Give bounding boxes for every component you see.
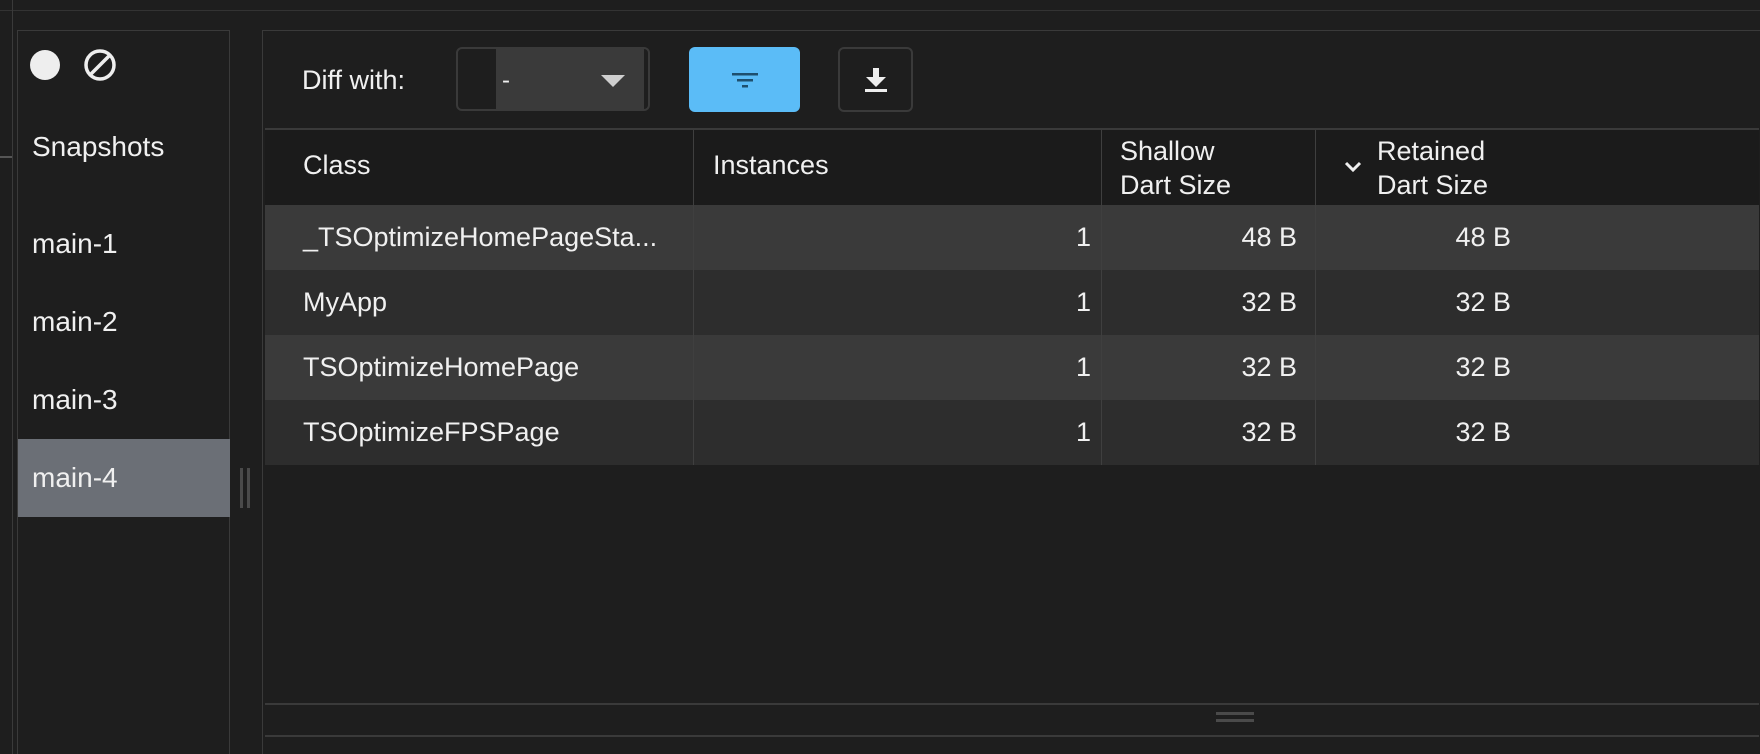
column-label-line2: Dart Size — [1377, 170, 1489, 200]
snapshots-title: Snapshots — [32, 131, 165, 162]
clear-icon[interactable] — [82, 47, 118, 83]
download-button[interactable] — [838, 47, 913, 112]
table-row[interactable]: TSOptimizeFPSPage 1 32 B 32 B — [265, 400, 1759, 465]
shallow-size-cell: 32 B — [1241, 417, 1297, 447]
filter-icon — [731, 72, 758, 87]
bottom-panel-divider — [265, 703, 1759, 705]
table-row[interactable]: MyApp 1 32 B 32 B — [265, 270, 1759, 335]
instances-cell: 1 — [1075, 417, 1091, 447]
class-cell: _TSOptimizeHomePageSta... — [303, 222, 658, 252]
shallow-size-cell: 32 B — [1241, 352, 1297, 382]
snapshot-label: main-4 — [32, 462, 118, 493]
column-label-line2: Dart Size — [1120, 170, 1232, 200]
top-divider — [0, 10, 1760, 11]
diff-with-value: - — [502, 67, 510, 94]
left-edge-mark — [0, 156, 12, 158]
diff-toolbar: Diff with: - — [263, 31, 1760, 128]
sort-descending-icon[interactable] — [1343, 160, 1363, 174]
column-label-line1: Shallow — [1120, 136, 1215, 166]
diff-with-dropdown[interactable]: - — [456, 47, 650, 111]
column-label-line1: Retained — [1377, 136, 1486, 166]
retained-size-cell: 32 B — [1455, 352, 1511, 382]
snapshot-item-main-4[interactable]: main-4 — [18, 439, 230, 517]
column-divider[interactable] — [693, 130, 694, 465]
sidebar-controls — [30, 47, 118, 83]
bottom-panel-divider — [265, 735, 1759, 737]
class-cell: TSOptimizeHomePage — [303, 352, 580, 382]
instances-cell: 1 — [1075, 287, 1091, 317]
class-cell: TSOptimizeFPSPage — [303, 417, 560, 447]
column-divider[interactable] — [1101, 130, 1102, 465]
column-header-class[interactable]: Class — [265, 130, 693, 205]
class-cell: MyApp — [303, 287, 388, 317]
chevron-down-icon — [601, 75, 625, 87]
snapshot-item-main-1[interactable]: main-1 — [18, 205, 230, 283]
snapshot-item-main-2[interactable]: main-2 — [18, 283, 230, 361]
snapshot-label: main-3 — [32, 384, 118, 415]
snapshots-sidebar: Snapshots main-1 main-2 main-3 main-4 — [17, 30, 230, 754]
table-row[interactable]: _TSOptimizeHomePageSta... 1 48 B 48 B — [265, 205, 1759, 270]
snapshot-label: main-2 — [32, 306, 118, 337]
split-resize-handle[interactable] — [240, 468, 252, 508]
column-label: Retained Dart Size — [1377, 134, 1488, 202]
filter-button[interactable] — [689, 47, 800, 112]
shallow-size-cell: 32 B — [1241, 287, 1297, 317]
column-divider[interactable] — [1315, 130, 1316, 465]
snapshot-item-main-3[interactable]: main-3 — [18, 361, 230, 439]
retained-size-cell: 48 B — [1455, 222, 1511, 252]
column-label: Instances — [713, 150, 829, 180]
column-header-shallow[interactable]: Shallow Dart Size — [1101, 130, 1315, 205]
shallow-size-cell: 48 B — [1241, 222, 1297, 252]
column-label: Class — [303, 150, 371, 180]
class-table: Class Instances Shallow Dart Size Retain… — [265, 128, 1759, 705]
column-header-instances[interactable]: Instances — [693, 130, 1101, 205]
record-icon[interactable] — [30, 50, 60, 80]
instances-cell: 1 — [1075, 222, 1091, 252]
download-icon — [864, 67, 887, 92]
bottom-resize-handle[interactable] — [1216, 712, 1254, 726]
instances-cell: 1 — [1075, 352, 1091, 382]
table-header: Class Instances Shallow Dart Size Retain… — [265, 130, 1759, 205]
left-edge-divider — [12, 0, 13, 754]
table-row[interactable]: TSOptimizeHomePage 1 32 B 32 B — [265, 335, 1759, 400]
column-label: Shallow Dart Size — [1120, 134, 1231, 202]
diff-with-label: Diff with: — [302, 65, 406, 95]
retained-size-cell: 32 B — [1455, 287, 1511, 317]
retained-size-cell: 32 B — [1455, 417, 1511, 447]
snapshot-label: main-1 — [32, 228, 118, 259]
column-header-retained[interactable]: Retained Dart Size — [1315, 130, 1759, 205]
snapshot-details-panel: Diff with: - Class Instances Shallow Dar… — [262, 30, 1760, 754]
